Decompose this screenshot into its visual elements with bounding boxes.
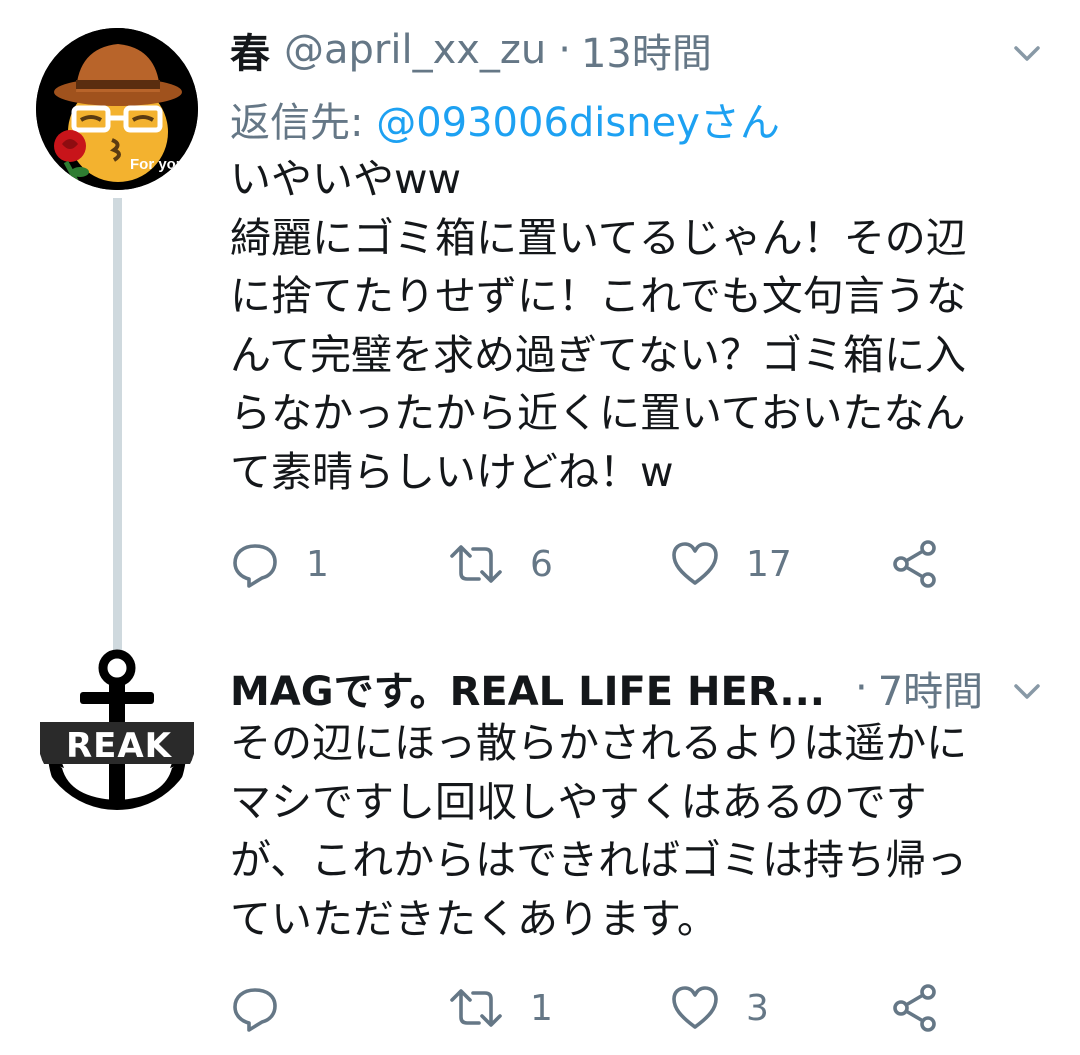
like-count: 17 — [746, 543, 792, 585]
reply-icon — [233, 544, 277, 588]
reply-icon — [233, 988, 277, 1032]
like-count: 3 — [746, 987, 769, 1029]
reply-target-link[interactable]: @093006disneyさん — [376, 100, 780, 146]
tweet-header: MAGです。REAL LIFE HER... · 7時間 — [230, 658, 1020, 718]
share-icon — [893, 540, 936, 588]
display-name[interactable]: 春 — [230, 21, 270, 79]
retweet-icon — [450, 545, 502, 583]
retweet-icon — [450, 989, 502, 1027]
share-button[interactable] — [890, 978, 940, 1038]
retweet-button[interactable]: 1 — [448, 978, 553, 1038]
reply-button[interactable] — [230, 978, 306, 1038]
tweet-actions: 1 6 17 — [230, 534, 990, 594]
separator-dot: · — [558, 27, 571, 73]
like-button[interactable]: 3 — [670, 978, 769, 1038]
tweet[interactable]: REAK MAGです。REAL LIFE HER... · 7時間 その辺にほっ… — [0, 640, 1080, 1055]
tweet-actions: 1 3 — [230, 978, 990, 1038]
reply-button[interactable]: 1 — [230, 534, 329, 594]
user-handle[interactable]: @april_xx_zu — [284, 27, 546, 73]
heart-icon — [672, 986, 718, 1029]
tweet[interactable]: For you. 春 @april_xx_zu · 13時間 返信先: @093… — [0, 0, 1080, 620]
reply-count: 1 — [306, 543, 329, 585]
like-button[interactable]: 17 — [670, 534, 792, 594]
reply-context: 返信先: @093006disneyさん — [230, 90, 780, 148]
timestamp[interactable]: 13時間 — [581, 21, 712, 79]
avatar[interactable]: REAK — [36, 648, 198, 810]
share-button[interactable] — [890, 534, 940, 594]
avatar-caption: For you. — [130, 156, 190, 173]
retweet-count: 1 — [530, 987, 553, 1029]
timestamp[interactable]: 7時間 — [878, 659, 983, 717]
avatar[interactable]: For you. — [36, 28, 198, 190]
retweet-button[interactable]: 6 — [448, 534, 553, 594]
tweet-text: いやいやww 綺麗にゴミ箱に置いてるじゃん！その辺 に捨てたりせずに！これでも文… — [230, 155, 967, 496]
reply-prefix: 返信先: — [230, 100, 377, 146]
tweet-header: 春 @april_xx_zu · 13時間 — [230, 20, 1020, 80]
separator-dot: · — [854, 665, 868, 711]
avatar-logo-text: REAK — [65, 726, 173, 766]
chevron-down-icon[interactable] — [1010, 36, 1044, 70]
display-name[interactable]: MAGです。REAL LIFE HER... — [230, 659, 825, 717]
heart-icon — [672, 542, 718, 585]
share-icon — [893, 984, 936, 1032]
retweet-count: 6 — [530, 543, 553, 585]
tweet-text: その辺にほっ散らかされるよりは遥かに マシですし回収しやすくはあるのです が、こ… — [230, 719, 968, 943]
chevron-down-icon[interactable] — [1010, 674, 1044, 708]
